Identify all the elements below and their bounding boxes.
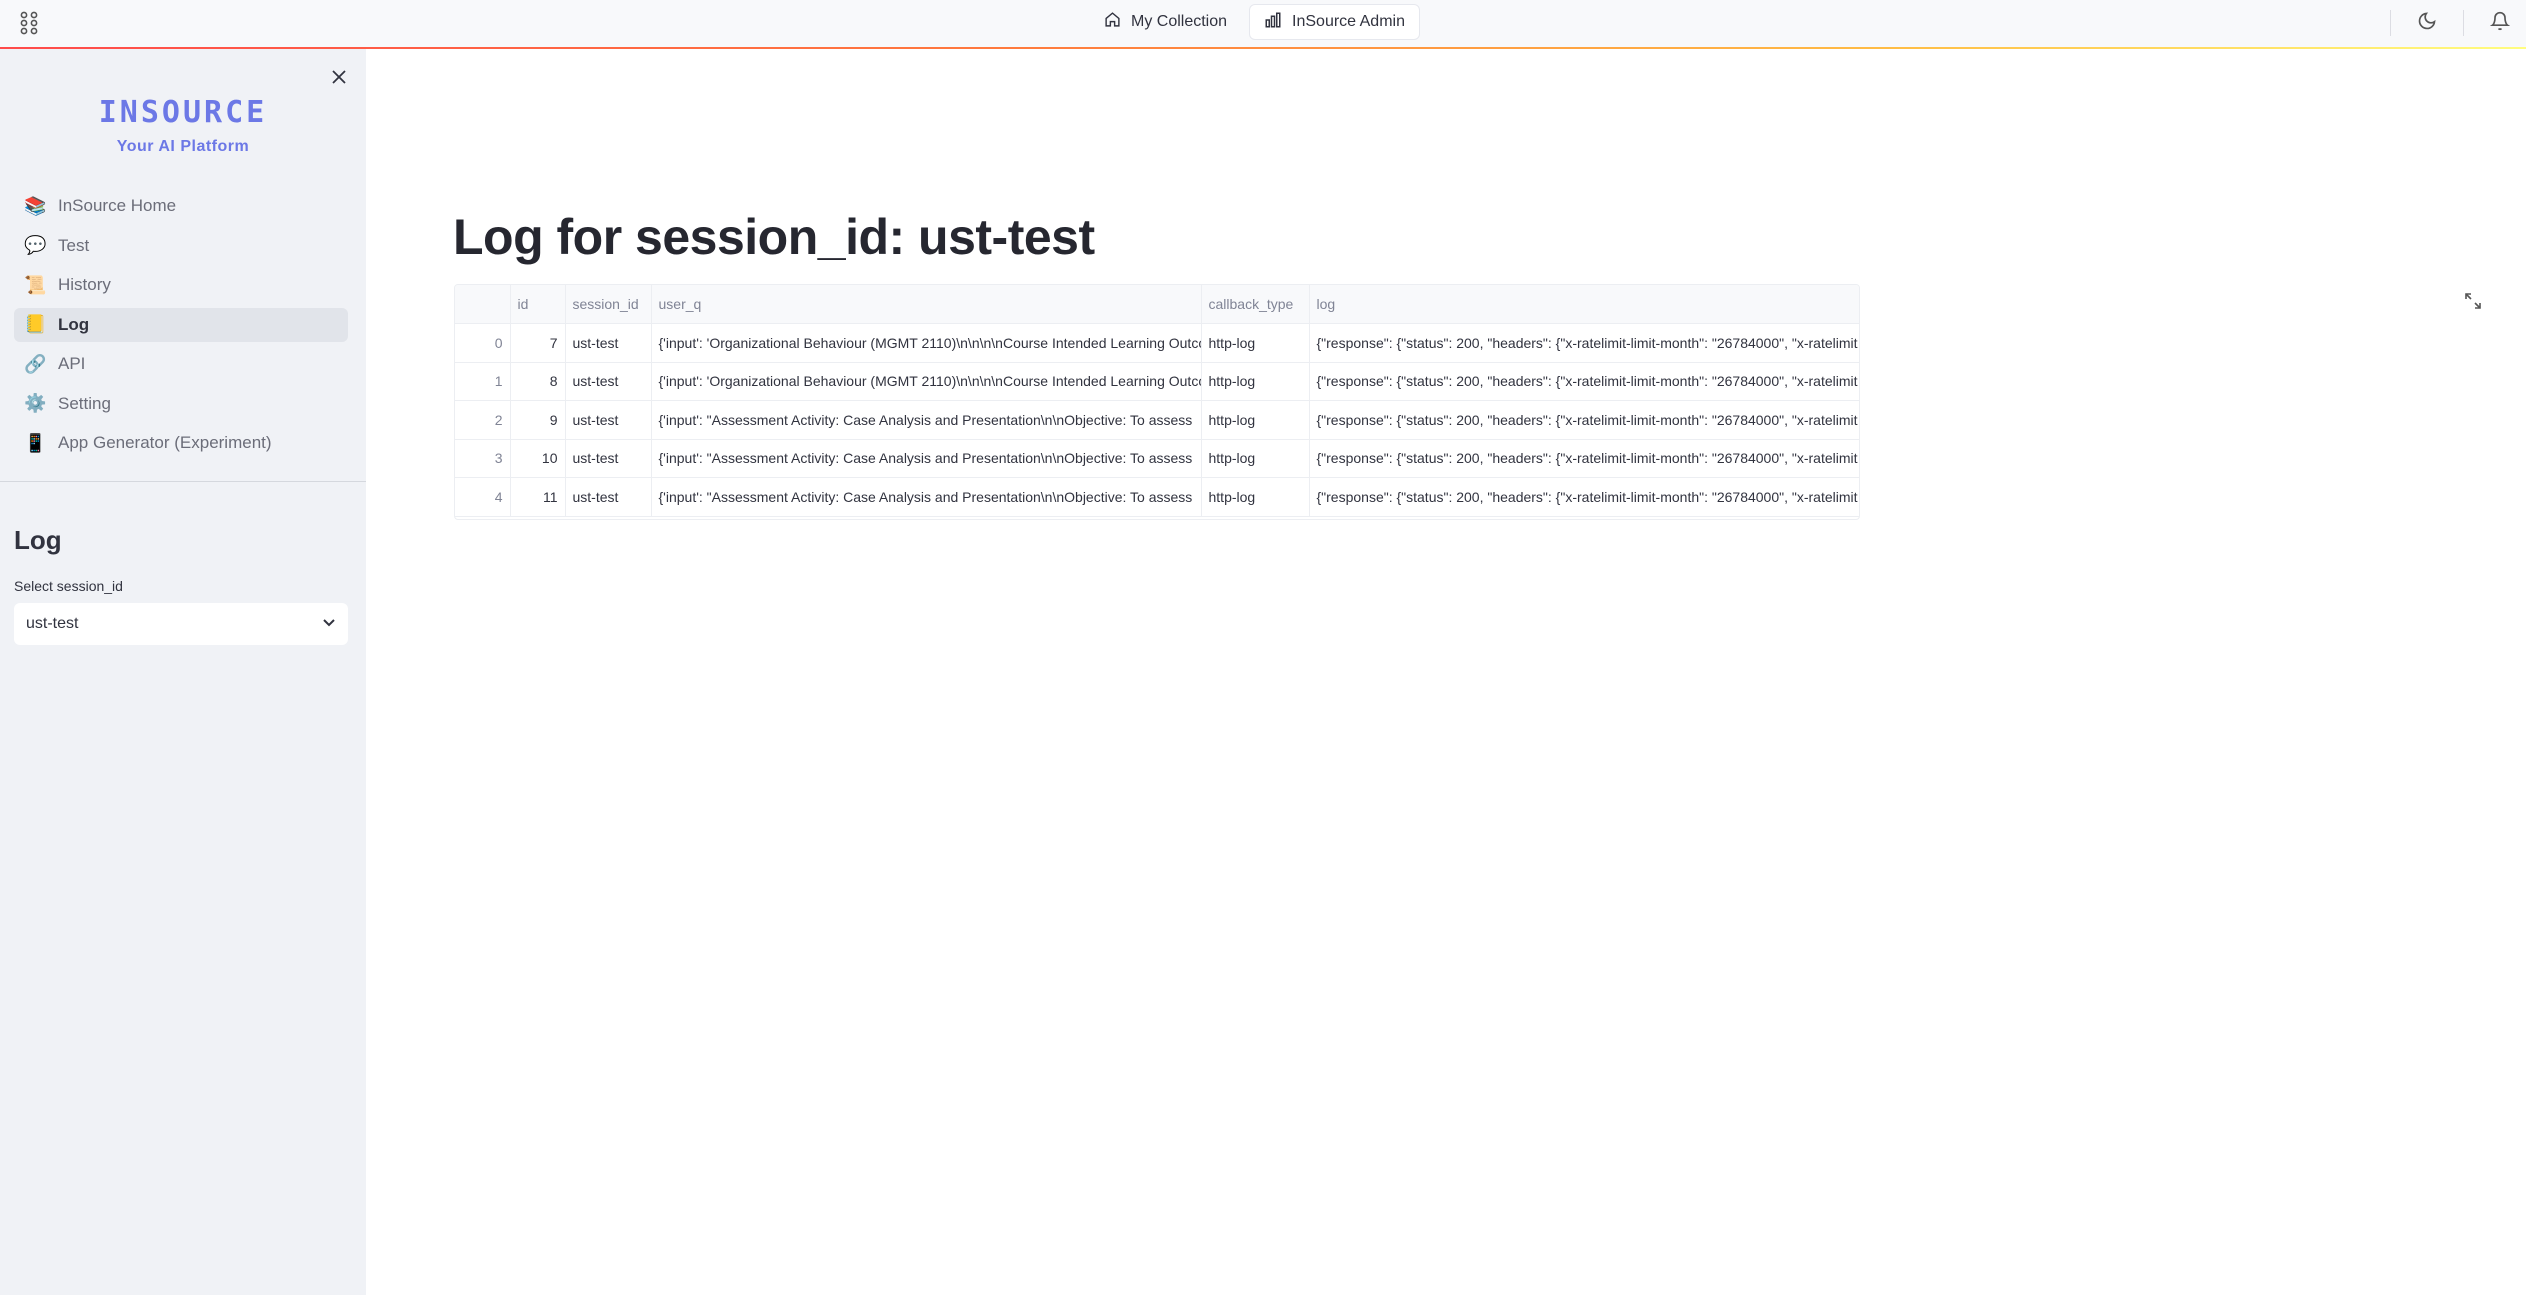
top-nav-tabs: My Collection InSource Admin [1090, 4, 1420, 40]
user-q-cell[interactable]: {'input': "Assessment Activity: Case Ana… [651, 400, 1202, 440]
tab-insource-admin[interactable]: InSource Admin [1249, 4, 1420, 40]
callback-type-cell[interactable]: http-log [1201, 362, 1310, 401]
tab-my-collection[interactable]: My Collection [1090, 4, 1241, 40]
session-id-cell[interactable]: ust-test [565, 477, 652, 517]
log-cell[interactable]: {"response": {"status": 200, "headers": … [1309, 439, 1859, 478]
session-id-cell[interactable]: ust-test [565, 323, 652, 363]
bell-icon[interactable] [2489, 11, 2511, 36]
column-header-session-id[interactable]: session_id [565, 285, 652, 324]
sidebar-item-history[interactable]: 📜 History [14, 268, 348, 302]
row-index-cell[interactable]: 1 [455, 362, 511, 401]
row-index-cell[interactable]: 3 [455, 439, 511, 478]
moon-icon[interactable] [2417, 11, 2437, 36]
log-cell[interactable]: {"response": {"status": 200, "headers": … [1309, 362, 1859, 401]
sidebar-item-label: App Generator (Experiment) [58, 433, 272, 452]
log-cell[interactable]: {"response": {"status": 200, "headers": … [1309, 400, 1859, 440]
sidebar-item-api[interactable]: 🔗 API [14, 347, 348, 381]
top-right-controls [2390, 0, 2511, 46]
tab-label: My Collection [1131, 13, 1228, 30]
page-title: Log for session_id: ust-test [453, 209, 1095, 265]
log-dataframe[interactable]: id session_id user_q callback_type log 0… [454, 284, 1860, 520]
sidebar-item-label: History [58, 275, 111, 294]
user-q-cell[interactable]: {'input': "Assessment Activity: Case Ana… [651, 477, 1202, 517]
row-index-cell[interactable]: 2 [455, 400, 511, 440]
sidebar-item-label: Log [58, 314, 90, 334]
sidebar-nav: 📚 InSource Home 💬 Test 📜 History 📒 Log 🔗… [14, 189, 348, 466]
mobile-phone-icon: 📱 [24, 432, 47, 453]
sidebar-item-label: Test [58, 235, 90, 255]
session-id-cell[interactable]: ust-test [565, 362, 652, 401]
divider [2463, 10, 2464, 36]
divider [2390, 10, 2391, 36]
speech-bubble-icon: 💬 [24, 235, 47, 255]
user-q-cell[interactable]: {'input': "Assessment Activity: Case Ana… [651, 439, 1202, 478]
sidebar: INSOURCE Your AI Platform 📚 InSource Hom… [0, 49, 366, 1295]
table-row: 1 8 ust-test {'input': 'Organizational B… [455, 362, 1859, 401]
user-q-cell[interactable]: {'input': 'Organizational Behaviour (MGM… [651, 362, 1202, 401]
bar-chart-icon [1264, 11, 1282, 34]
gear-icon: ⚙️ [24, 393, 47, 413]
sidebar-divider [0, 481, 366, 482]
sidebar-item-label: Setting [58, 393, 111, 413]
sidebar-item-insource-home[interactable]: 📚 InSource Home [14, 189, 348, 223]
column-header-user-q[interactable]: user_q [651, 285, 1202, 324]
log-cell[interactable]: {"response": {"status": 200, "headers": … [1309, 477, 1859, 517]
callback-type-cell[interactable]: http-log [1201, 477, 1310, 517]
brand-title: INSOURCE [98, 95, 268, 130]
table-header-row: id session_id user_q callback_type log [455, 285, 1859, 324]
log-table: id session_id user_q callback_type log 0… [455, 285, 1859, 517]
session-id-cell[interactable]: ust-test [565, 439, 652, 478]
log-cell[interactable]: {"response": {"status": 200, "headers": … [1309, 323, 1859, 363]
session-id-cell[interactable]: ust-test [565, 400, 652, 440]
id-cell[interactable]: 7 [510, 323, 566, 363]
books-icon: 📚 [24, 195, 47, 216]
id-cell[interactable]: 8 [510, 362, 566, 401]
top-bar: My Collection InSource Admin [0, 0, 2526, 48]
table-row: 2 9 ust-test {'input': "Assessment Activ… [455, 400, 1859, 440]
app-logo-icon[interactable] [14, 8, 44, 38]
sidebar-item-label: API [58, 354, 86, 373]
callback-type-cell[interactable]: http-log [1201, 400, 1310, 440]
callback-type-cell[interactable]: http-log [1201, 439, 1310, 478]
table-row: 4 11 ust-test {'input': "Assessment Acti… [455, 477, 1859, 517]
id-cell[interactable]: 11 [510, 477, 566, 517]
chevron-down-icon [322, 615, 336, 634]
id-cell[interactable]: 10 [510, 439, 566, 478]
tab-label: InSource Admin [1292, 13, 1405, 30]
session-select-value: ust-test [26, 615, 79, 632]
sidebar-item-app-generator[interactable]: 📱 App Generator (Experiment) [14, 426, 348, 460]
sidebar-log-section: Log Select session_id ust-test [14, 525, 348, 645]
close-icon[interactable] [327, 65, 351, 89]
session-id-select[interactable]: ust-test [14, 603, 348, 645]
column-header-callback-type[interactable]: callback_type [1201, 285, 1310, 324]
scroll-icon: 📜 [24, 274, 47, 295]
column-header-id[interactable]: id [510, 285, 566, 324]
column-header-index[interactable] [455, 285, 511, 324]
row-index-cell[interactable]: 4 [455, 477, 511, 517]
callback-type-cell[interactable]: http-log [1201, 323, 1310, 363]
table-row: 0 7 ust-test {'input': 'Organizational B… [455, 323, 1859, 363]
brand-logo: INSOURCE Your AI Platform [0, 95, 366, 156]
user-q-cell[interactable]: {'input': 'Organizational Behaviour (MGM… [651, 323, 1202, 363]
session-select-label: Select session_id [14, 578, 123, 594]
column-header-log[interactable]: log [1309, 285, 1859, 324]
ledger-icon: 📒 [24, 314, 47, 334]
id-cell[interactable]: 9 [510, 400, 566, 440]
link-icon: 🔗 [24, 353, 47, 374]
table-row: 3 10 ust-test {'input': "Assessment Acti… [455, 439, 1859, 478]
sidebar-item-setting[interactable]: ⚙️ Setting [14, 387, 348, 421]
row-index-cell[interactable]: 0 [455, 323, 511, 363]
fullscreen-expand-icon[interactable] [2462, 290, 2484, 312]
sidebar-section-heading: Log [14, 525, 62, 555]
sidebar-item-log[interactable]: 📒 Log [14, 307, 348, 342]
header-accent-line [0, 47, 2526, 49]
sidebar-item-label: InSource Home [58, 196, 177, 215]
brand-subtitle: Your AI Platform [116, 138, 250, 155]
sidebar-item-test[interactable]: 💬 Test [14, 229, 348, 263]
home-icon [1104, 11, 1121, 33]
